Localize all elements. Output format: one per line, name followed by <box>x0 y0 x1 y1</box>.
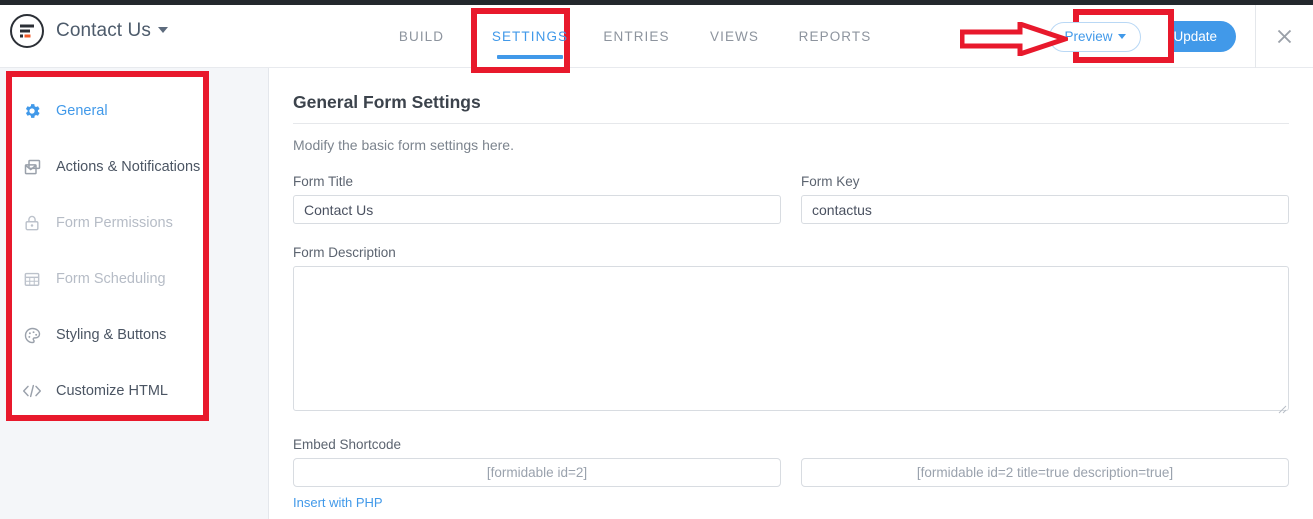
form-title-input[interactable] <box>293 195 781 224</box>
envelopes-icon <box>20 155 44 179</box>
form-title-field-group: Form Title <box>293 174 781 224</box>
close-button[interactable] <box>1256 5 1313 68</box>
formidable-forms-logo-icon <box>10 14 44 48</box>
page-subtitle: Modify the basic form settings here. <box>293 137 1289 153</box>
tab-entries[interactable]: ENTRIES <box>605 5 668 68</box>
code-icon <box>20 379 44 403</box>
sidebar-item-label: Form Scheduling <box>56 271 166 287</box>
sidebar-item-label: General <box>56 103 108 119</box>
embed-shortcode-label: Embed Shortcode <box>293 437 1289 452</box>
tab-views[interactable]: VIEWS <box>708 5 761 68</box>
form-title-dropdown[interactable]: Contact Us <box>56 20 168 42</box>
close-icon <box>1275 27 1294 46</box>
calendar-icon <box>20 267 44 291</box>
sidebar-item-form-scheduling[interactable]: Form Scheduling <box>9 259 205 299</box>
sidebar-item-actions-notifications[interactable]: Actions & Notifications <box>9 147 205 187</box>
insert-with-php-link[interactable]: Insert with PHP <box>293 495 383 510</box>
sidebar-item-customize-html[interactable]: Customize HTML <box>9 371 205 411</box>
chevron-down-icon <box>158 27 168 33</box>
form-description-wrapper <box>293 266 1289 416</box>
tab-build[interactable]: BUILD <box>389 5 454 68</box>
preview-button[interactable]: Preview <box>1049 22 1141 52</box>
settings-menu-panel: General Actions & Notifications <box>9 76 205 421</box>
header-actions: Preview Update <box>1049 5 1313 68</box>
update-button-label: Update <box>1173 29 1217 44</box>
update-button[interactable]: Update <box>1154 21 1236 52</box>
description-row: Form Description <box>293 245 1289 416</box>
sidebar-item-styling-buttons[interactable]: Styling & Buttons <box>9 315 205 355</box>
sidebar-item-label: Form Permissions <box>56 215 173 231</box>
gear-icon <box>20 99 44 123</box>
settings-sidebar: General Actions & Notifications <box>0 68 269 519</box>
app-header: Contact Us BUILD SETTINGS ENTRIES VIEWS … <box>0 5 1313 68</box>
sidebar-item-label: Customize HTML <box>56 383 168 399</box>
form-description-label: Form Description <box>293 245 1289 260</box>
tab-settings[interactable]: SETTINGS <box>496 5 564 68</box>
shortcode-full-box[interactable]: [formidable id=2 title=true description=… <box>801 458 1289 487</box>
sidebar-item-form-permissions[interactable]: Form Permissions <box>9 203 205 243</box>
form-key-label: Form Key <box>801 174 1289 189</box>
form-title-label: Form Title <box>293 174 781 189</box>
lock-icon <box>20 211 44 235</box>
form-description-textarea[interactable] <box>293 266 1289 411</box>
sidebar-item-label: Actions & Notifications <box>56 159 200 175</box>
chevron-down-icon <box>1118 34 1126 39</box>
title-key-row: Form Title Form Key <box>293 174 1289 224</box>
page-title: General Form Settings <box>293 92 1289 124</box>
main-nav-tabs: BUILD SETTINGS ENTRIES VIEWS REPORTS <box>389 5 869 68</box>
sidebar-item-label: Styling & Buttons <box>56 327 166 343</box>
general-settings-panel: General Form Settings Modify the basic f… <box>269 68 1313 519</box>
formidable-form-settings-screen: Contact Us BUILD SETTINGS ENTRIES VIEWS … <box>0 0 1313 519</box>
shortcode-basic-box[interactable]: [formidable id=2] <box>293 458 781 487</box>
form-name-label: Contact Us <box>56 20 151 41</box>
embed-shortcode-group: Embed Shortcode [formidable id=2] [formi… <box>293 437 1289 512</box>
form-key-input[interactable] <box>801 195 1289 224</box>
preview-button-label: Preview <box>1064 29 1112 44</box>
form-key-field-group: Form Key <box>801 174 1289 224</box>
brand-area: Contact Us <box>10 14 168 48</box>
shortcode-boxes: [formidable id=2] [formidable id=2 title… <box>293 458 1289 487</box>
form-description-field-group: Form Description <box>293 245 1289 416</box>
sidebar-item-general[interactable]: General <box>9 91 205 131</box>
embed-shortcode-row: Embed Shortcode [formidable id=2] [formi… <box>293 437 1289 512</box>
tab-reports[interactable]: REPORTS <box>801 5 869 68</box>
palette-icon <box>20 323 44 347</box>
